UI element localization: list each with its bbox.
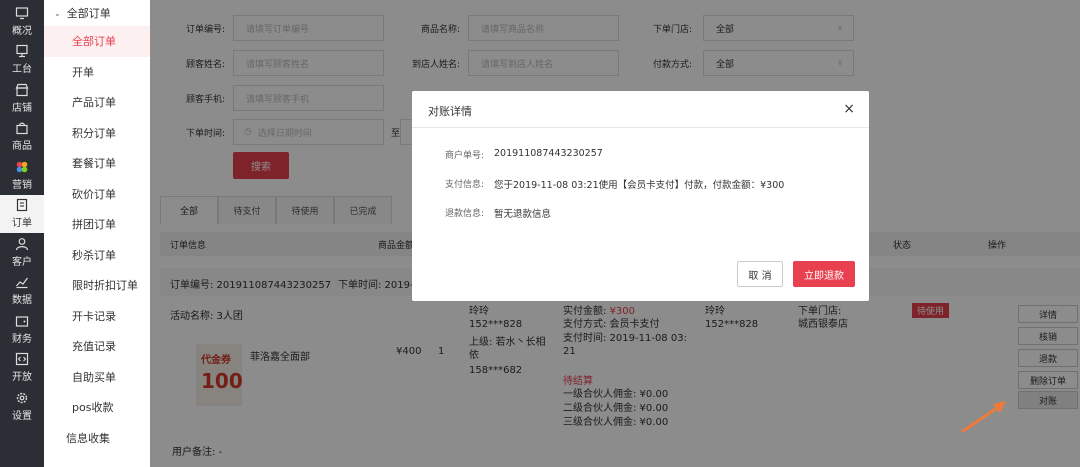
refund-info-value: 暂无退款信息 bbox=[494, 209, 552, 220]
rail-label: 财务 bbox=[12, 333, 32, 345]
merchant-no-label: 商户单号: bbox=[445, 151, 485, 161]
submenu-item-product-orders[interactable]: 产品订单 bbox=[44, 87, 150, 118]
submenu-item-self-pay[interactable]: 自助买单 bbox=[44, 362, 150, 393]
rail-item-marketing[interactable]: 营销 bbox=[0, 156, 44, 195]
rail-item-finance[interactable]: 财务 bbox=[0, 310, 44, 349]
rail-label: 商品 bbox=[12, 141, 32, 153]
annotation-arrow-icon bbox=[961, 401, 1006, 433]
bag-icon bbox=[16, 122, 28, 135]
submenu-group-label: 全部订单 bbox=[66, 7, 111, 20]
rail-item-data[interactable]: 数据 bbox=[0, 272, 44, 311]
submenu-item-bargain-orders[interactable]: 砍价订单 bbox=[44, 179, 150, 210]
rail-label: 营销 bbox=[12, 179, 32, 191]
flower-icon bbox=[16, 161, 28, 173]
cancel-button[interactable]: 取 消 bbox=[737, 261, 783, 287]
submenu-group-all-orders[interactable]: ⌄ 全部订单 bbox=[44, 0, 150, 26]
gear-icon bbox=[16, 392, 28, 403]
merchant-no-value: 201911087443230257 bbox=[494, 148, 603, 159]
store-icon bbox=[15, 83, 29, 96]
monitor-icon bbox=[15, 7, 29, 19]
rail-label: 数据 bbox=[12, 295, 32, 307]
rail-item-customers[interactable]: 客户 bbox=[0, 233, 44, 272]
rail-label: 概况 bbox=[12, 25, 32, 37]
main-nav-rail: 概况 工台 店铺 商品 营销 订单 客户 数据 财务 开放 设置 bbox=[0, 0, 44, 467]
rail-label: 开放 bbox=[12, 372, 32, 384]
submenu-item-group-orders[interactable]: 拼团订单 bbox=[44, 209, 150, 240]
submenu-item-flash-orders[interactable]: 秒杀订单 bbox=[44, 240, 150, 271]
order-icon bbox=[16, 199, 28, 212]
wallet-icon bbox=[15, 316, 29, 327]
rail-item-goods[interactable]: 商品 bbox=[0, 118, 44, 157]
rail-item-desk[interactable]: 工台 bbox=[0, 41, 44, 80]
rail-item-store[interactable]: 店铺 bbox=[0, 79, 44, 118]
code-icon bbox=[15, 353, 29, 366]
rail-label: 订单 bbox=[12, 218, 32, 230]
chevron-down-icon: ⌄ bbox=[54, 8, 61, 18]
refund-now-button[interactable]: 立即退款 bbox=[793, 261, 855, 287]
chart-icon bbox=[16, 277, 28, 289]
pay-info-label: 支付信息: bbox=[445, 180, 485, 190]
close-icon[interactable]: × bbox=[843, 101, 855, 117]
user-icon bbox=[15, 237, 29, 250]
rail-item-open[interactable]: 开放 bbox=[0, 349, 44, 388]
rail-label: 设置 bbox=[12, 410, 32, 422]
rail-item-orders[interactable]: 订单 bbox=[0, 194, 44, 233]
submenu-item-all-orders[interactable]: 全部订单 bbox=[44, 26, 150, 57]
desktop-icon bbox=[16, 45, 28, 58]
submenu-item-discount-orders[interactable]: 限时折扣订单 bbox=[44, 270, 150, 301]
submenu-item-open-bill[interactable]: 开单 bbox=[44, 57, 150, 88]
rail-label: 工台 bbox=[12, 64, 32, 76]
submenu-item-recharge-records[interactable]: 充值记录 bbox=[44, 331, 150, 362]
rail-item-overview[interactable]: 概况 bbox=[0, 2, 44, 41]
sub-nav: ⌄ 全部订单 全部订单 开单 产品订单 积分订单 套餐订单 砍价订单 拼团订单 … bbox=[44, 0, 150, 467]
rail-label: 店铺 bbox=[12, 102, 32, 114]
rail-label: 客户 bbox=[12, 256, 32, 268]
modal-title: 对账详情 bbox=[428, 105, 472, 118]
submenu-item-card-records[interactable]: 开卡记录 bbox=[44, 301, 150, 332]
submenu-item-package-orders[interactable]: 套餐订单 bbox=[44, 148, 150, 179]
modal-header: 对账详情 × bbox=[412, 91, 869, 128]
pay-info-value: 您于2019-11-08 03:21使用【会员卡支付】付款，付款金额：¥300 bbox=[494, 180, 785, 191]
submenu-item-points-orders[interactable]: 积分订单 bbox=[44, 118, 150, 149]
reconcile-detail-modal: 对账详情 × 商户单号: 201911087443230257 支付信息: 您于… bbox=[412, 91, 869, 301]
rail-item-settings[interactable]: 设置 bbox=[0, 387, 44, 426]
submenu-item-info-collect[interactable]: 信息收集 bbox=[44, 423, 150, 454]
refund-info-label: 退款信息: bbox=[445, 209, 485, 219]
submenu-item-pos[interactable]: pos收款 bbox=[44, 392, 150, 423]
